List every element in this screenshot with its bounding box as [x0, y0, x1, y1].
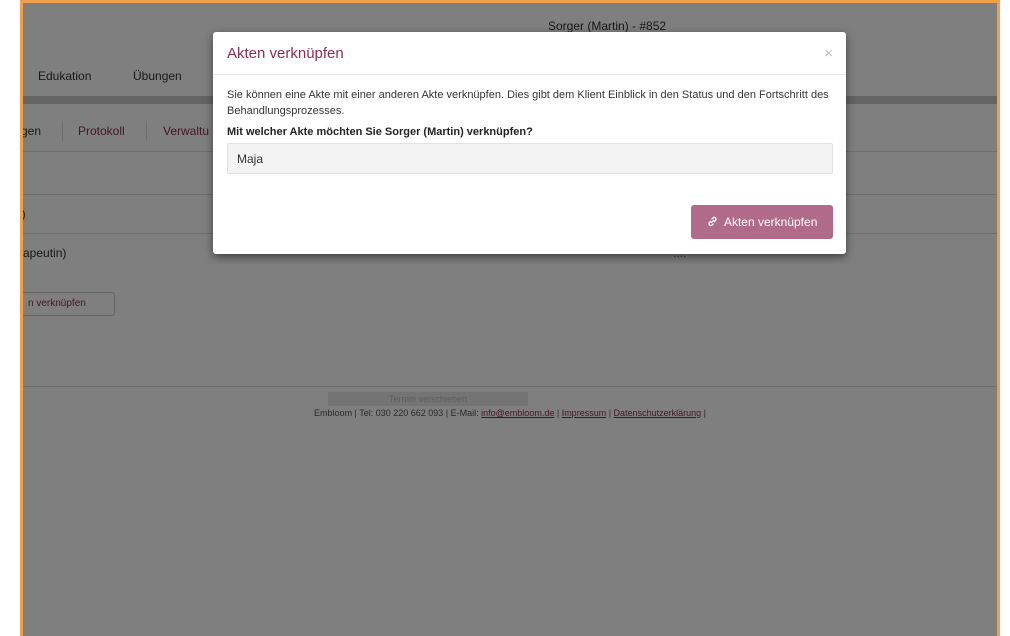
- modal-description: Sie können eine Akte mit einer anderen A…: [227, 89, 829, 117]
- modal-title: Akten verknüpfen: [227, 45, 344, 62]
- modal-body: Sie können eine Akte mit einer anderen A…: [213, 75, 846, 174]
- link-files-button-label: Akten verknüpfen: [723, 215, 818, 229]
- link-files-modal: Akten verknüpfen × Sie können eine Akte …: [213, 32, 846, 254]
- link-files-button[interactable]: Akten verknüpfen: [691, 205, 833, 239]
- file-select-label: Mit welcher Akte möchten Sie Sorger (Mar…: [227, 126, 533, 138]
- link-icon: [707, 215, 721, 229]
- app-frame: Sorger (Martin) - #852 Edukation Übungen…: [20, 0, 1000, 636]
- file-search-input[interactable]: [227, 143, 833, 174]
- close-icon[interactable]: ×: [824, 45, 833, 62]
- modal-header: Akten verknüpfen ×: [213, 32, 846, 75]
